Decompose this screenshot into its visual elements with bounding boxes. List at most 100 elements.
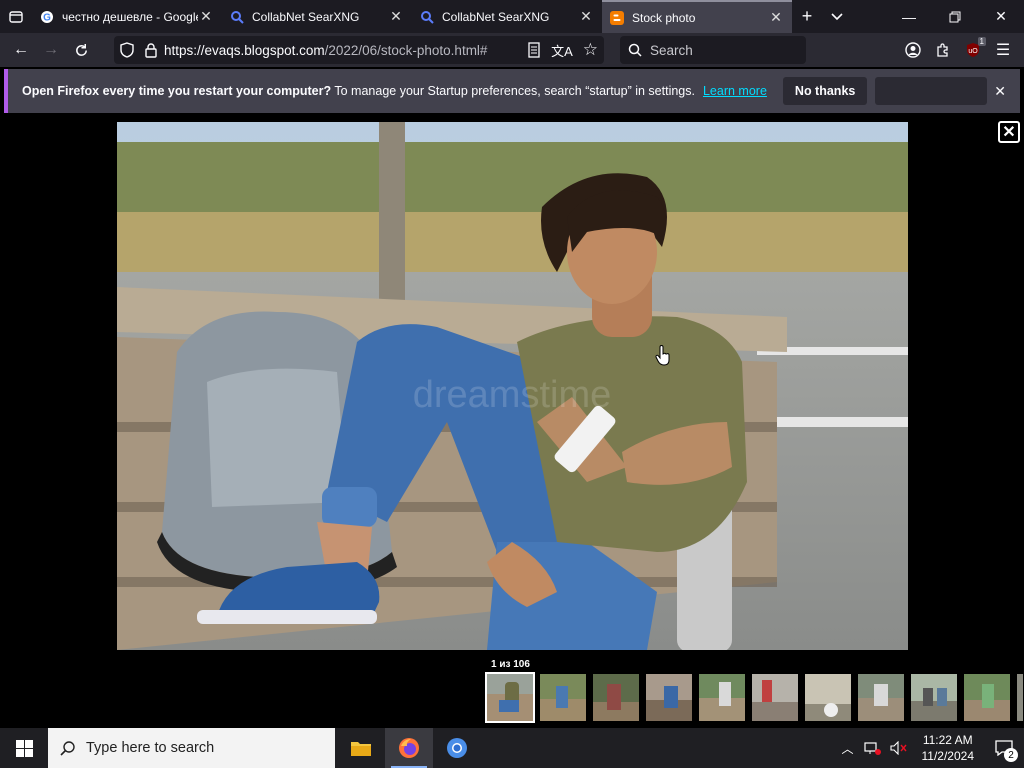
thumbnail[interactable] [750, 672, 800, 723]
thumbnail[interactable] [591, 672, 641, 723]
thumbnail[interactable] [644, 672, 694, 723]
chevron-down-icon [831, 12, 843, 20]
searxng-icon [420, 10, 434, 24]
close-icon: ✕ [1002, 124, 1016, 141]
url-path: /2022/06/stock-photo.html# [324, 42, 488, 58]
thumbnail[interactable] [538, 672, 588, 723]
notification-bold-text: Open Firefox every time you restart your… [22, 84, 332, 98]
chromium-icon [447, 738, 467, 758]
notification-body-text: To manage your Startup preferences, sear… [334, 84, 695, 98]
windows-logo-icon [15, 739, 33, 757]
hamburger-menu-icon: ☰ [995, 42, 1011, 59]
action-center-button[interactable]: 2 [984, 728, 1024, 768]
translate-icon[interactable]: 文A [551, 41, 573, 60]
forward-button[interactable]: → [36, 36, 66, 64]
folder-icon [351, 742, 371, 756]
lock-icon[interactable] [144, 42, 158, 58]
thumbnail-strip [485, 672, 1024, 723]
account-icon [905, 42, 921, 58]
photo-boy-on-bench: dreamstime [117, 122, 908, 650]
close-tab-icon[interactable]: ✕ [768, 9, 784, 26]
close-window-button[interactable]: ✕ [978, 0, 1024, 33]
puzzle-icon [937, 43, 948, 57]
close-viewer-button[interactable]: ✕ [998, 121, 1020, 143]
blogger-icon [610, 10, 624, 25]
minimize-button[interactable]: — [886, 0, 932, 33]
tab-searxng-1[interactable]: CollabNet SearXNG ✕ [222, 0, 412, 33]
thumbnail[interactable] [909, 672, 959, 723]
tracking-protection-shield-icon[interactable] [120, 42, 134, 58]
svg-text:G: G [43, 12, 51, 23]
new-tab-button[interactable]: + [792, 0, 822, 33]
minimize-icon: — [902, 8, 916, 25]
tab-title: CollabNet SearXNG [252, 9, 360, 24]
svg-text:uO: uO [968, 48, 978, 55]
close-tab-icon[interactable]: ✕ [198, 8, 214, 25]
url-bar[interactable]: https://evaqs.blogspot.com/2022/06/stock… [114, 36, 604, 64]
firefox-view-icon [9, 10, 23, 23]
firefox-taskbar-button[interactable] [385, 728, 433, 768]
system-tray: ︿ 11:22 AM 11/2/2024 2 [835, 728, 1024, 768]
clock-date: 11/2/2024 [921, 749, 975, 763]
network-icon[interactable] [863, 741, 882, 755]
image-counter: 1 из 106 [491, 659, 530, 670]
close-tab-icon[interactable]: ✕ [388, 8, 404, 25]
extension-badge: 1 [977, 37, 986, 46]
url-text[interactable]: https://evaqs.blogspot.com/2022/06/stock… [164, 43, 519, 58]
watermark: dreamstime [413, 374, 612, 416]
reader-view-icon[interactable] [527, 42, 541, 58]
no-thanks-button[interactable]: No thanks [782, 77, 868, 105]
arrow-right-icon: → [43, 41, 59, 58]
thumbnail[interactable] [1015, 672, 1024, 723]
bookmark-star-icon[interactable]: ☆ [583, 40, 598, 60]
app-menu-button[interactable]: ☰ [988, 36, 1018, 64]
google-icon: G [40, 10, 54, 24]
close-icon: ✕ [995, 8, 1007, 24]
navigation-toolbar: ← → https://evaqs.blogspot.com/2022/06/s… [0, 33, 1024, 67]
thumbnail[interactable] [485, 672, 535, 723]
chevron-up-icon[interactable]: ︿ [841, 740, 853, 757]
volume-muted-icon[interactable] [889, 741, 908, 755]
start-button[interactable] [0, 728, 48, 768]
lightbox-viewer: dreamstime ✕ 1 из 106 [0, 113, 1024, 728]
extensions-button[interactable] [928, 36, 958, 64]
thumbnail[interactable] [856, 672, 906, 723]
chromium-taskbar-button[interactable] [433, 728, 481, 768]
startup-notification-bar: Open Firefox every time you restart your… [4, 69, 1020, 113]
plus-icon: + [801, 6, 813, 26]
tab-title: Stock photo [632, 10, 696, 25]
tab-stock-photo[interactable]: Stock photo ✕ [602, 0, 792, 33]
thumbnail[interactable] [803, 672, 853, 723]
tab-google[interactable]: G честно дешевле - Google ✕ [32, 0, 222, 33]
taskbar-search-placeholder: Type here to search [86, 740, 215, 756]
back-button[interactable]: ← [6, 36, 36, 64]
firefox-icon [399, 738, 419, 758]
file-explorer-taskbar-button[interactable] [337, 728, 385, 768]
restore-button[interactable] [932, 0, 978, 33]
tab-searxng-2[interactable]: CollabNet SearXNG ✕ [412, 0, 602, 33]
notification-text: Open Firefox every time you restart your… [22, 84, 695, 98]
hand-cursor-icon [655, 345, 670, 366]
windows-taskbar: Type here to search ︿ 11:22 AM 11/2/2024… [0, 728, 1024, 768]
close-notification-icon[interactable]: ✕ [994, 83, 1006, 100]
clock[interactable]: 11:22 AM 11/2/2024 [922, 732, 975, 764]
search-bar[interactable]: Search [620, 36, 806, 64]
thumbnail[interactable] [962, 672, 1012, 723]
learn-more-link[interactable]: Learn more [703, 84, 767, 98]
thumbnail[interactable] [697, 672, 747, 723]
list-all-tabs-button[interactable] [822, 0, 852, 33]
account-button[interactable] [898, 36, 928, 64]
taskbar-search-box[interactable]: Type here to search [48, 728, 335, 768]
search-icon [628, 43, 642, 57]
reload-icon [75, 43, 87, 56]
url-host: https://evaqs.blogspot.com [164, 42, 325, 58]
main-photo[interactable]: dreamstime [117, 122, 908, 650]
close-tab-icon[interactable]: ✕ [578, 8, 594, 25]
secondary-button[interactable] [875, 77, 988, 105]
ublock-origin-button[interactable]: uO 1 [958, 36, 988, 64]
firefox-view-button[interactable] [0, 0, 32, 33]
arrow-left-icon: ← [13, 41, 29, 58]
reload-button[interactable] [66, 36, 96, 64]
tab-title: CollabNet SearXNG [442, 9, 550, 24]
search-icon [60, 741, 75, 756]
